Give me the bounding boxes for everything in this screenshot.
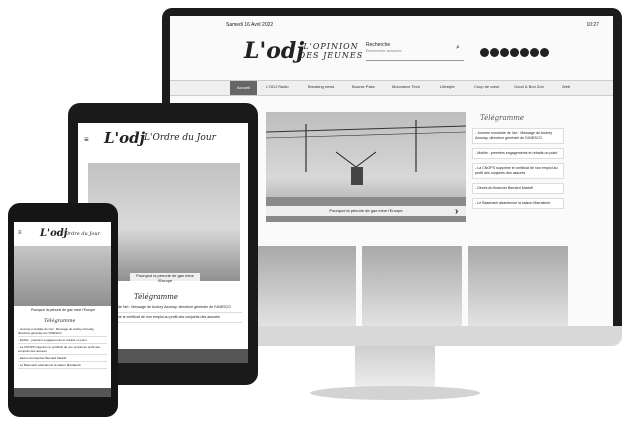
telegram-item[interactable]: - Le Basenach abandonne la saison Marrak… xyxy=(472,198,564,209)
instagram-icon[interactable] xyxy=(530,48,539,57)
nav-item-good[interactable]: Good & Bon Zon xyxy=(514,84,544,89)
nav-item-radio[interactable]: L'ODJ Radio xyxy=(266,84,289,89)
tablet-tagline: L'Ordre du Jour xyxy=(144,133,216,143)
desktop-telegram-list: - Journée mondiale de l'art : Message de… xyxy=(472,128,564,213)
menu-icon[interactable]: ≡ xyxy=(18,230,22,236)
phone-screen: ≡ L'odj L'Ordre du Jour Pourquoi la pénu… xyxy=(14,222,111,397)
desktop-telegram-title: Télégramme xyxy=(480,114,525,122)
desktop-search-input[interactable]: Recherche Recherche avancée xyxy=(366,42,464,61)
nav-item-web[interactable]: Web xyxy=(562,84,570,89)
nav-item-breaking[interactable]: Breaking news xyxy=(308,84,334,89)
telegram-item[interactable]: - Décès du financier Bernard Madoff xyxy=(18,355,107,362)
nav-item-bourse[interactable]: Bourse Pass xyxy=(352,84,375,89)
telegram-item[interactable]: - Journée mondiale de l'art : Message de… xyxy=(472,128,564,144)
article-thumbnail[interactable] xyxy=(362,246,462,326)
article-thumbnail[interactable] xyxy=(468,246,568,326)
phone-hero-image[interactable] xyxy=(14,246,111,306)
desktop-hero-caption[interactable]: Pourquoi la pénurie de gaz mine l'Europe xyxy=(266,206,466,216)
phone-hero-caption[interactable]: Pourquoi la pénurie de gaz mine l'Europe xyxy=(28,308,98,312)
advanced-search-link[interactable]: Recherche avancée xyxy=(366,48,464,53)
desktop-date: Samedi 16 Avril 2022 xyxy=(226,22,274,28)
social-links xyxy=(480,44,550,62)
tablet-hero-caption[interactable]: Pourquoi la pénurie de gaz mine l'Europe xyxy=(130,273,200,283)
rss-icon[interactable] xyxy=(540,48,549,57)
nav-item-lifestyle[interactable]: Lifestyle xyxy=(440,84,455,89)
article-thumbnail[interactable] xyxy=(256,246,356,326)
menu-icon[interactable]: ≡ xyxy=(84,135,89,144)
search-icon[interactable]: ⌕ xyxy=(456,44,460,52)
nav-item-accueil[interactable]: Accueil xyxy=(230,81,257,95)
telegram-item[interactable]: - Journée mondiale de l'art : Message de… xyxy=(18,326,107,337)
nav-item-tech[interactable]: Mouvance Tech xyxy=(392,84,420,89)
pinterest-icon[interactable] xyxy=(520,48,529,57)
telegram-item[interactable]: - Mobile : premiers engagements et retra… xyxy=(472,148,564,159)
linkedin-icon[interactable] xyxy=(510,48,519,57)
desktop-nav-bar: Accueil L'ODJ Radio Breaking news Bourse… xyxy=(170,80,613,96)
telegram-item[interactable]: - La CNOPS supprime le certificat de non… xyxy=(472,163,564,179)
monitor-base xyxy=(310,386,480,400)
desktop-tagline: L'OPINION DES JEUNES xyxy=(298,42,364,60)
phone-telegram-list: - Journée mondiale de l'art : Message de… xyxy=(18,326,107,369)
twitter-icon[interactable] xyxy=(490,48,499,57)
telegram-item[interactable]: - Le Basenach abandonne la saison Marrak… xyxy=(18,362,107,369)
tablet-telegram-title: Télégramme xyxy=(134,293,179,301)
nav-item-coup[interactable]: Coup de cœur xyxy=(474,84,500,89)
phone-tagline: L'Ordre du Jour xyxy=(60,231,100,237)
phone-bottom-bar xyxy=(14,388,111,397)
monitor-stand xyxy=(355,346,435,390)
youtube-icon[interactable] xyxy=(500,48,509,57)
desktop-time: 10:27 xyxy=(586,22,599,28)
telegram-item[interactable]: - Mobile : premiers engagements et retra… xyxy=(18,337,107,344)
telegram-item[interactable]: - La CNOPS supprime le certificat de non… xyxy=(18,344,107,355)
slider-next-icon[interactable]: › xyxy=(455,206,458,217)
tablet-logo[interactable]: L'odj xyxy=(104,129,145,147)
facebook-icon[interactable] xyxy=(480,48,489,57)
telegram-item[interactable]: - Décès du financier Bernard Madoff xyxy=(472,183,564,194)
phone-telegram-title: Télégramme xyxy=(44,318,76,324)
